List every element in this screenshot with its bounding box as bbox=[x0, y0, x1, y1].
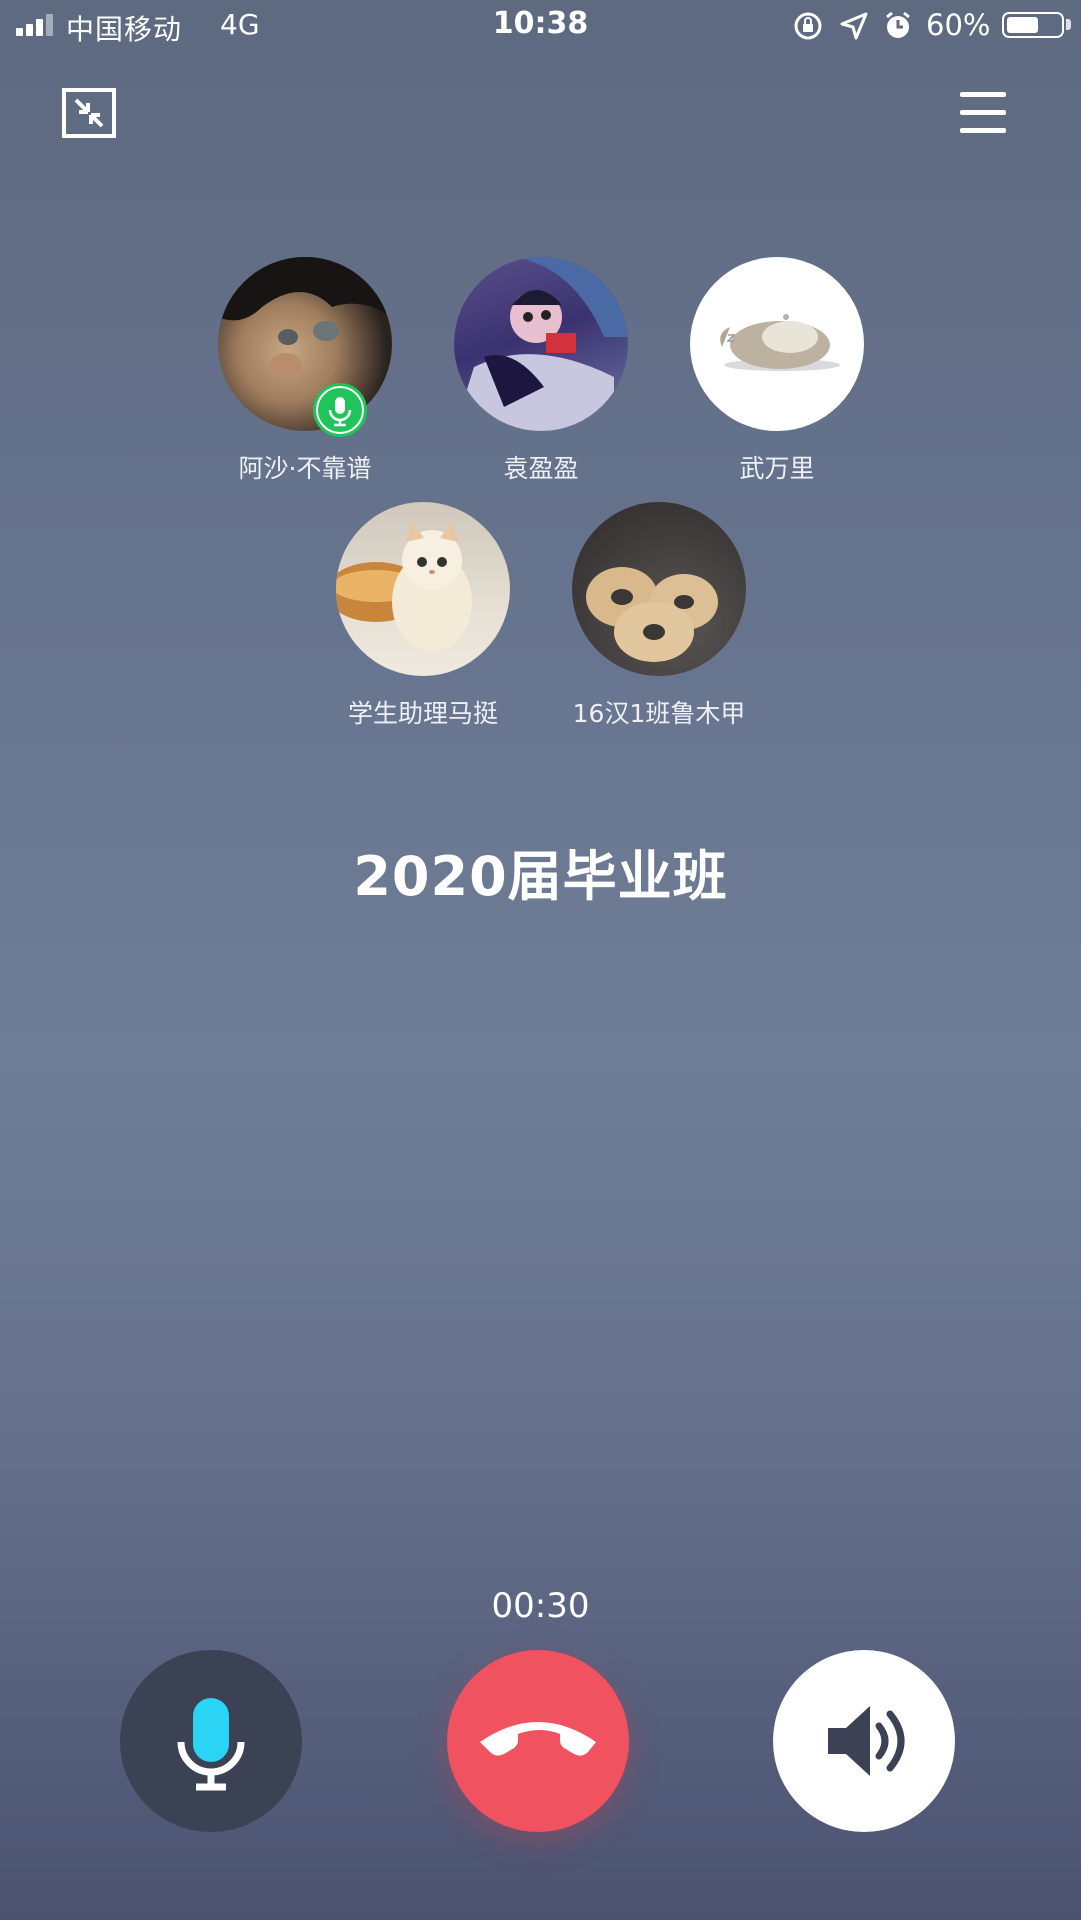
hang-up-button[interactable] bbox=[447, 1650, 629, 1832]
battery-icon bbox=[1002, 12, 1064, 38]
avatar bbox=[336, 502, 510, 676]
avatar bbox=[572, 502, 746, 676]
participant[interactable]: 袁盈盈 bbox=[421, 257, 661, 485]
speaker-icon bbox=[828, 1706, 905, 1776]
call-timer: 00:30 bbox=[491, 1586, 590, 1626]
group-name: 2020届毕业班 bbox=[353, 845, 728, 908]
microphone-icon bbox=[177, 1698, 245, 1791]
status-bar: 中国移动 4G 10:38 60% bbox=[0, 0, 1081, 50]
avatar bbox=[690, 257, 864, 431]
battery-percent: 60% bbox=[926, 8, 991, 42]
participant-name: 16汉1班鲁木甲 bbox=[572, 699, 746, 728]
alarm-icon bbox=[886, 11, 910, 38]
mute-button[interactable] bbox=[120, 1650, 302, 1832]
speaking-mic-icon bbox=[313, 383, 367, 437]
minimize-icon bbox=[62, 88, 116, 138]
menu-button[interactable] bbox=[960, 92, 1010, 136]
hang-up-icon bbox=[480, 1722, 596, 1756]
participant[interactable]: 学生助理马挺 bbox=[303, 502, 543, 730]
participant-name: 武万里 bbox=[739, 454, 815, 483]
speaker-button[interactable] bbox=[773, 1650, 955, 1832]
participant-name: 学生助理马挺 bbox=[347, 699, 498, 728]
avatar bbox=[454, 257, 628, 431]
participant-name: 阿沙·不靠谱 bbox=[238, 454, 372, 483]
participant[interactable]: 阿沙·不靠谱 bbox=[185, 257, 425, 485]
minimize-button[interactable] bbox=[62, 88, 116, 138]
orientation-lock-icon bbox=[794, 12, 822, 40]
participant-name: 袁盈盈 bbox=[503, 454, 579, 483]
participant[interactable]: 16汉1班鲁木甲 bbox=[539, 502, 779, 730]
clock: 10:38 bbox=[492, 6, 589, 41]
participant[interactable]: 武万里 bbox=[657, 257, 897, 485]
location-icon bbox=[840, 12, 868, 40]
